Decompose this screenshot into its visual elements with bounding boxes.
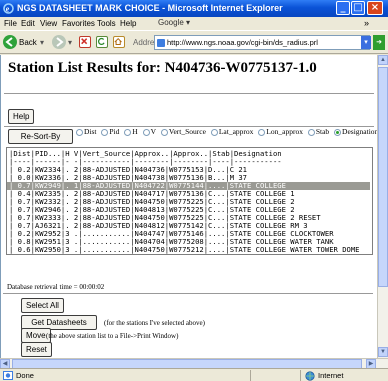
google-toolbar[interactable]: Google ▾ xyxy=(158,18,190,27)
scroll-up-icon[interactable]: ▲ xyxy=(378,55,388,65)
menu-favorites[interactable]: Favorites xyxy=(62,19,95,28)
radio-designation[interactable] xyxy=(334,128,342,136)
sort-option-lat-approx[interactable]: Lat_approx xyxy=(210,127,254,136)
sort-option-lon-approx[interactable]: Lon_approx xyxy=(258,127,303,136)
scroll-down-icon[interactable]: ▼ xyxy=(378,347,388,357)
status-text: Done xyxy=(16,371,34,380)
sort-label-lon-approx: Lon_approx xyxy=(266,127,303,136)
vertical-scrollbar[interactable]: ▲ ▼ xyxy=(377,55,388,358)
page-done-icon xyxy=(3,371,13,380)
status-divider xyxy=(300,370,301,381)
minimize-button[interactable]: _ xyxy=(336,1,350,15)
resort-button[interactable]: Re-Sort-By xyxy=(8,129,73,144)
get-datasheets-note: (for the stations I've selected above) xyxy=(104,319,205,327)
menu-overflow-icon[interactable]: » xyxy=(364,18,369,28)
status-divider xyxy=(250,370,251,381)
page-title: Station List Results for: N404736-W07751… xyxy=(8,60,317,76)
close-button[interactable]: × xyxy=(367,1,383,15)
svg-text:e: e xyxy=(6,4,10,13)
sort-label-designation: Designation xyxy=(342,127,379,136)
station-list[interactable]: |Dist|PID...|H V|Vert_Source|Approx..|Ap… xyxy=(6,147,373,255)
db-retrieval-time: Database retrieval time = 00:00:02 xyxy=(7,283,105,291)
divider xyxy=(4,93,374,95)
stop-icon[interactable] xyxy=(79,36,91,48)
menu-tools[interactable]: Tools xyxy=(97,19,116,28)
sort-label-h: H xyxy=(132,127,138,136)
help-button[interactable]: Help xyxy=(8,109,35,124)
address-dropdown-icon[interactable]: ▾ xyxy=(361,36,371,49)
radio-pid[interactable] xyxy=(101,128,109,136)
menu-view[interactable]: View xyxy=(40,19,57,28)
radio-v[interactable] xyxy=(142,128,150,136)
back-arrow-icon[interactable] xyxy=(3,35,17,49)
menu-help[interactable]: Help xyxy=(120,19,136,28)
internet-globe-icon xyxy=(305,371,315,381)
home-icon[interactable] xyxy=(113,36,125,48)
sort-option-h[interactable]: H xyxy=(124,127,138,136)
sort-label-dist: Dist xyxy=(84,127,97,136)
sort-option-designation[interactable]: Designation xyxy=(334,127,378,136)
go-arrow-icon: ➜ xyxy=(376,39,382,46)
back-button-label[interactable]: Back xyxy=(19,38,37,47)
sort-option-v[interactable]: V xyxy=(142,127,156,136)
sort-label-pid: Pid xyxy=(109,127,120,136)
forward-arrow-icon[interactable] xyxy=(52,35,66,49)
radio-lat-approx[interactable] xyxy=(210,128,218,136)
go-button[interactable]: ➜ xyxy=(373,35,385,50)
sort-option-dist[interactable]: Dist xyxy=(76,127,97,136)
nav-toolbar: Back ▾ ▾ Address http://www.ngs.noaa.gov… xyxy=(0,30,388,54)
refresh-icon[interactable] xyxy=(96,36,108,48)
forward-dropdown-icon[interactable]: ▾ xyxy=(68,38,72,47)
address-url: http://www.ngs.noaa.gov/cgi-bin/ds_radiu… xyxy=(167,38,318,47)
sort-option-pid[interactable]: Pid xyxy=(101,127,119,136)
sort-label-stab: Stab xyxy=(315,127,330,136)
google-label: Google xyxy=(158,18,184,27)
select-all-button[interactable]: Select All xyxy=(21,298,64,313)
move-note: (the above station list to a File->Print… xyxy=(46,332,179,340)
radio-vert-source[interactable] xyxy=(160,128,168,136)
sort-options: Dist Pid H V Vert_Source Lat_approx Lon_… xyxy=(76,127,381,136)
address-input[interactable]: http://www.ngs.noaa.gov/cgi-bin/ds_radiu… xyxy=(154,35,370,50)
sort-label-lat-approx: Lat_approx xyxy=(218,127,254,136)
radio-stab[interactable] xyxy=(307,128,315,136)
sort-label-v: V xyxy=(150,127,156,136)
ie-logo-icon: e xyxy=(3,3,14,14)
google-dropdown-icon: ▾ xyxy=(186,18,191,27)
status-bar: Done Internet xyxy=(0,368,388,381)
menu-bar: File Edit View Favorites Tools Help Goog… xyxy=(0,17,388,30)
menu-edit[interactable]: Edit xyxy=(21,19,35,28)
horizontal-scrollbar[interactable]: ◀ ▶ xyxy=(0,358,388,369)
sort-option-stab[interactable]: Stab xyxy=(307,127,330,136)
sort-label-vert-source: Vert_Source xyxy=(168,127,206,136)
menu-file[interactable]: File xyxy=(4,19,17,28)
maximize-button[interactable]: □ xyxy=(351,1,365,15)
radio-h[interactable] xyxy=(124,128,132,136)
divider xyxy=(3,293,373,295)
scroll-thumb[interactable] xyxy=(378,67,388,287)
radio-lon-approx[interactable] xyxy=(258,128,266,136)
list-item[interactable]: | 0.6|KW2950|3 .|...........|N404750|W07… xyxy=(9,246,360,254)
window-title: NGS DATASHEET MARK CHOICE - Microsoft In… xyxy=(17,3,283,13)
sort-option-vert-source[interactable]: Vert_Source xyxy=(160,127,206,136)
reset-button[interactable]: Reset xyxy=(21,342,52,357)
security-zone: Internet xyxy=(318,371,344,380)
radio-dist[interactable] xyxy=(76,128,83,136)
back-dropdown-icon[interactable]: ▾ xyxy=(40,38,44,47)
title-bar: e NGS DATASHEET MARK CHOICE - Microsoft … xyxy=(0,0,388,17)
page-icon xyxy=(157,39,165,47)
